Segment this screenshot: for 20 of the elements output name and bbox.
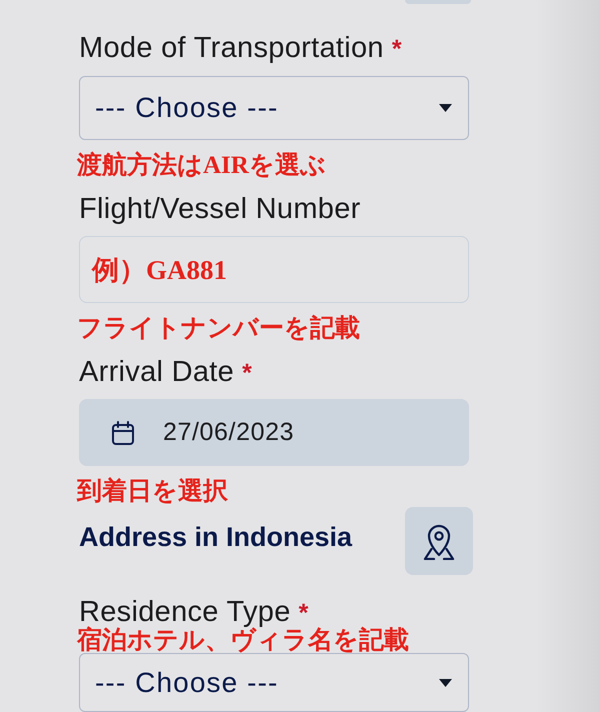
field-label: Mode of Transportation	[79, 31, 384, 65]
section-title: Address in Indonesia	[79, 522, 352, 552]
text-input-field[interactable]: 例）GA881	[79, 236, 469, 303]
caret-icon	[439, 678, 452, 686]
caret-icon	[439, 104, 452, 112]
field-label: Arrival Date	[79, 355, 234, 389]
required-asterisk: *	[392, 34, 402, 65]
annotation-note: フライトナンバーを記載	[77, 314, 361, 344]
annotation-note: 例）GA881	[92, 254, 227, 286]
required-asterisk: *	[242, 358, 252, 389]
select-field[interactable]: --- Choose ---	[79, 76, 469, 140]
calendar-icon	[112, 420, 134, 444]
required-asterisk: *	[298, 598, 308, 627]
map-button[interactable]	[405, 507, 473, 575]
map-pin-icon	[422, 522, 456, 560]
select-field[interactable]: --- Choose ---	[79, 653, 469, 712]
field-label: Flight/Vessel Number	[79, 192, 361, 226]
date-field[interactable]: 27/06/2023	[79, 399, 469, 466]
annotation-note: 渡航方法はAIRを選ぶ	[77, 151, 327, 181]
annotation-note: 到着日を選択	[77, 477, 229, 507]
